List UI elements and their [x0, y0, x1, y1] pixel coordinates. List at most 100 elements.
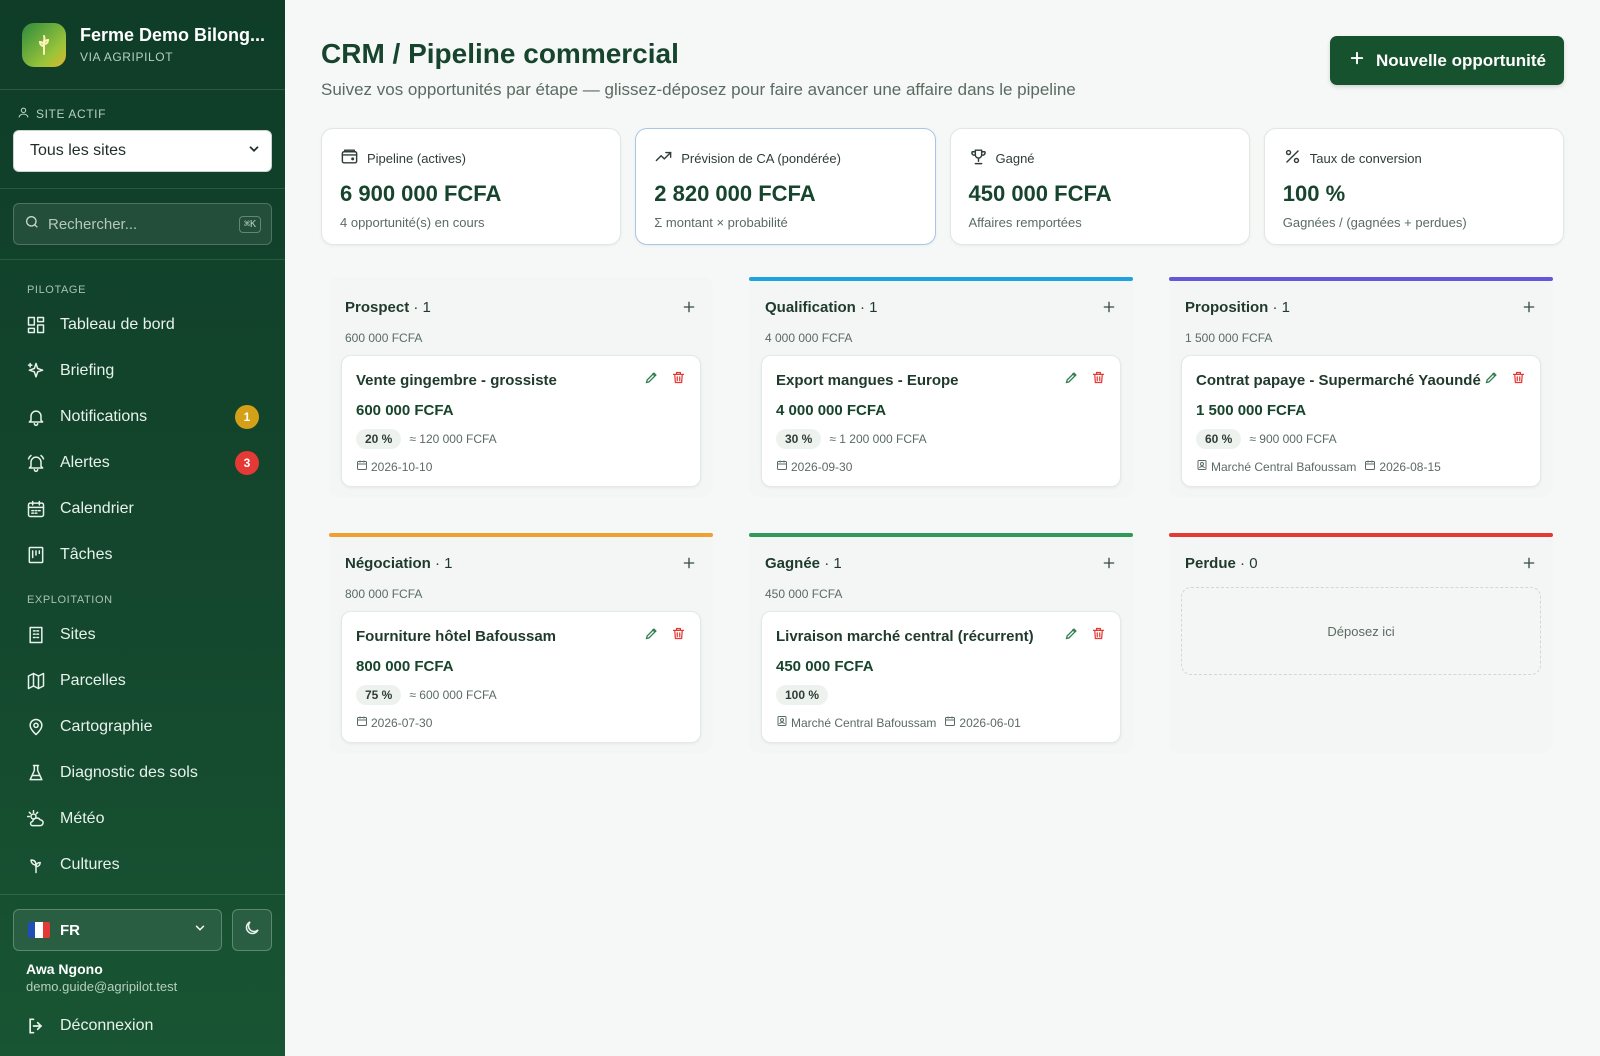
column-title: Gagnée · 1 — [765, 555, 842, 572]
sidebar-item-4-weather[interactable]: Météo — [0, 796, 285, 842]
due-date-text: 2026-10-10 — [371, 459, 433, 474]
opportunity-amount: 600 000 FCFA — [356, 402, 454, 419]
delete-icon[interactable] — [1511, 370, 1526, 390]
column-title-text: Qualification — [765, 298, 856, 316]
brand-subtitle: VIA AGRIPILOT — [80, 50, 174, 64]
add-opportunity-icon[interactable] — [1101, 299, 1117, 315]
edit-icon[interactable] — [1484, 370, 1499, 390]
weather-icon — [26, 809, 46, 829]
card-header: Export mangues - Europe — [776, 370, 1106, 390]
kpi-label: Prévision de CA (pondérée) — [681, 150, 841, 166]
france-flag-icon — [28, 922, 50, 938]
column-title-text: Perdue — [1185, 554, 1236, 572]
calendar-icon — [26, 499, 46, 519]
add-opportunity-icon[interactable] — [1521, 555, 1537, 571]
sidebar-item-2-map-pin[interactable]: Cartographie — [0, 704, 285, 750]
sidebar-footer: FR Awa Ngono demo.guide@agripilot.test D… — [0, 894, 285, 1056]
delete-icon[interactable] — [671, 370, 686, 390]
due-date: 2026-06-01 — [944, 715, 1021, 730]
search-input[interactable]: Rechercher... ⌘K — [13, 203, 272, 245]
edit-icon[interactable] — [644, 370, 659, 390]
kpi-label: Gagné — [995, 150, 1035, 166]
add-opportunity-icon[interactable] — [1101, 555, 1117, 571]
farm-name: Ferme Demo Bilong... — [80, 25, 266, 45]
kpi-card: Pipeline (actives) 6 900 000 FCFA 4 opport… — [321, 128, 622, 245]
pipeline-column-qualification: Qualification · 1 4 000 000 FCFA Export ma… — [749, 277, 1133, 497]
theme-toggle-button[interactable] — [232, 909, 272, 951]
site-select-value: Tous les sites — [30, 142, 127, 159]
wallet-icon — [340, 147, 359, 169]
edit-icon[interactable] — [1064, 370, 1079, 390]
sidebar-item-1-sparkle[interactable]: Briefing — [0, 348, 285, 394]
pipeline-column-proposition: Proposition · 11 500 000 FCFA Contrat pap… — [1169, 277, 1553, 497]
sidebar-item-0-building[interactable]: Sites — [0, 612, 285, 658]
add-opportunity-icon[interactable] — [681, 555, 697, 571]
column-count: · 1 — [824, 554, 842, 572]
opportunity-card[interactable]: Vente gingembre - grossiste 600 000 FCFA 2… — [341, 355, 701, 487]
delete-icon[interactable] — [1091, 626, 1106, 646]
sidebar: Ferme Demo Bilong... VIA AGRIPILOT SITE … — [0, 0, 285, 1056]
sidebar-item-1-map[interactable]: Parcelles — [0, 658, 285, 704]
delete-icon[interactable] — [671, 626, 686, 646]
sidebar-item-3-bell-ring[interactable]: Alertes 3 — [0, 440, 285, 486]
due-date-text: 2026-08-15 — [1379, 459, 1441, 474]
kpi-header: Pipeline (actives) — [340, 147, 602, 169]
logout-icon — [26, 1016, 46, 1036]
card-meta: 2026-10-10 — [356, 459, 686, 474]
column-title: Qualification · 1 — [765, 299, 878, 316]
weighted-amount: ≈ 120 000 FCFA — [409, 432, 497, 446]
opportunity-card[interactable]: Export mangues - Europe 4 000 000 FCFA 30 … — [761, 355, 1121, 487]
logout-button[interactable]: Déconnexion — [13, 1006, 272, 1046]
probability-row: 100 % — [776, 685, 1106, 705]
language-value: FR — [60, 921, 80, 939]
add-opportunity-icon[interactable] — [1521, 299, 1537, 315]
card-header: Vente gingembre - grossiste — [356, 370, 686, 390]
card-meta: 2026-07-30 — [356, 715, 686, 730]
user-name: Awa Ngono — [26, 961, 103, 977]
sidebar-item-0-dashboard[interactable]: Tableau de bord — [0, 302, 285, 348]
due-date: 2026-10-10 — [356, 459, 432, 474]
probability-row: 20 % ≈ 120 000 FCFA — [356, 429, 686, 449]
tasks-icon — [26, 545, 46, 565]
pipeline-board: Prospect · 1 600 000 FCFA Vente gingembre … — [329, 277, 1564, 753]
opportunity-card[interactable]: Contrat papaye - Supermarché Yaoundé 1 50… — [1181, 355, 1541, 487]
weighted-amount: ≈ 600 000 FCFA — [409, 688, 497, 702]
sidebar-item-label: Sites — [60, 626, 96, 643]
column-title: Perdue · 0 — [1185, 555, 1258, 572]
opportunity-amount: 450 000 FCFA — [776, 658, 874, 675]
sidebar-item-2-bell[interactable]: Notifications 1 — [0, 394, 285, 440]
sidebar-item-label: Tableau de bord — [60, 316, 175, 333]
opportunity-card[interactable]: Fourniture hôtel Bafoussam 800 000 FCFA 75… — [341, 611, 701, 743]
opportunity-card[interactable]: Livraison marché central (récurrent) 450 … — [761, 611, 1121, 743]
sidebar-item-4-calendar[interactable]: Calendrier — [0, 486, 285, 532]
count-badge: 1 — [235, 405, 259, 429]
sidebar-item-5-sprout[interactable]: Cultures — [0, 842, 285, 888]
new-opportunity-button[interactable]: Nouvelle opportunité — [1330, 36, 1564, 85]
dashboard-icon — [26, 315, 46, 335]
sidebar-item-3-flask[interactable]: Diagnostic des sols — [0, 750, 285, 796]
language-select[interactable]: FR — [13, 909, 222, 951]
edit-icon[interactable] — [644, 626, 659, 646]
kpi-label: Pipeline (actives) — [367, 150, 466, 166]
opportunity-title: Export mangues - Europe — [776, 371, 959, 389]
pipeline-column-prospect: Prospect · 1 600 000 FCFA Vente gingembre … — [329, 277, 713, 497]
drop-zone[interactable]: Déposez ici — [1181, 587, 1541, 675]
column-title: Proposition · 1 — [1185, 299, 1290, 316]
column-count: · 1 — [435, 554, 453, 572]
add-opportunity-icon[interactable] — [681, 299, 697, 315]
sidebar-item-label: Notifications — [60, 408, 148, 425]
delete-icon[interactable] — [1091, 370, 1106, 390]
new-opportunity-label: Nouvelle opportunité — [1376, 50, 1546, 70]
column-total: 4 000 000 FCFA — [765, 331, 853, 345]
kpi-row: Pipeline (actives) 6 900 000 FCFA 4 opport… — [321, 128, 1564, 245]
map-icon — [26, 671, 46, 691]
column-title-text: Gagnée — [765, 554, 821, 572]
location-icon — [1196, 459, 1208, 474]
edit-icon[interactable] — [1064, 626, 1079, 646]
sidebar-item-5-tasks[interactable]: Tâches — [0, 532, 285, 578]
brand-header[interactable]: Ferme Demo Bilong... VIA AGRIPILOT — [0, 0, 285, 90]
column-total: 800 000 FCFA — [345, 587, 423, 601]
kpi-label: Taux de conversion — [1309, 150, 1422, 166]
site-select[interactable]: Tous les sites — [13, 130, 272, 172]
count-badge: 3 — [235, 451, 259, 475]
